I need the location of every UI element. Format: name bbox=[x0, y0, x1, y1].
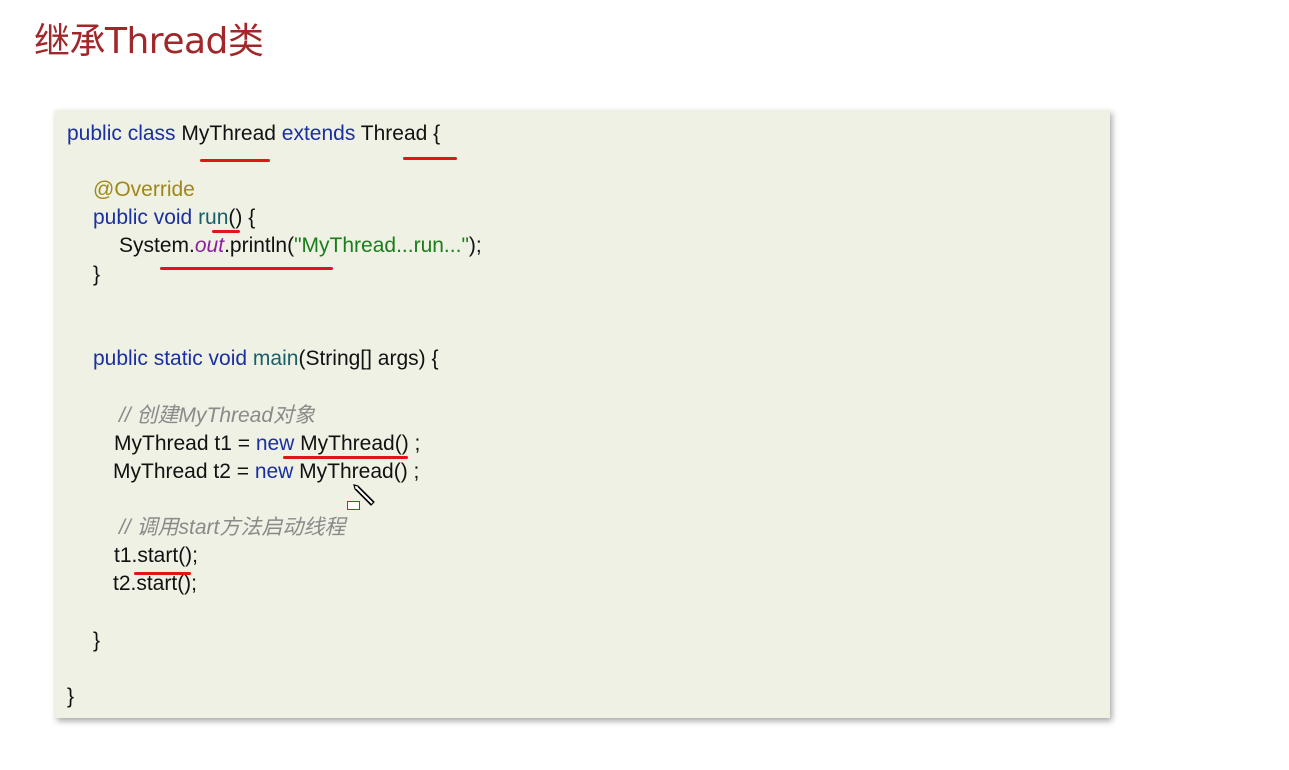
underline-println bbox=[160, 267, 333, 270]
code-line-t2: MyThread t2 = new MyThread() ; bbox=[113, 459, 419, 485]
t1-start-call: t1.start(); bbox=[114, 544, 199, 567]
close-brace: } bbox=[93, 629, 101, 652]
run-params: () { bbox=[228, 206, 256, 229]
code-line-comment-start: // 调用start方法启动线程 bbox=[119, 515, 345, 541]
code-line-t1: MyThread t1 = new MyThread() ; bbox=[114, 431, 420, 457]
code-line-close-run: } bbox=[93, 262, 100, 288]
code-line-t1-start: t1.start(); bbox=[114, 543, 198, 569]
underline-start bbox=[134, 572, 191, 575]
code-line-run-decl: public void run() { bbox=[93, 205, 255, 231]
underline-thread bbox=[403, 157, 457, 160]
method-run: run bbox=[198, 206, 229, 229]
code-line-comment-create: // 创建MyThread对象 bbox=[119, 403, 315, 429]
t2-declaration: MyThread t2 = bbox=[113, 460, 255, 483]
close-brace: } bbox=[93, 263, 101, 286]
comment-start-thread: // 调用start方法启动线程 bbox=[119, 516, 346, 539]
code-line-println: System.out.println("MyThread...run..."); bbox=[119, 233, 482, 259]
println-call: .println( bbox=[224, 234, 295, 257]
keyword-public-class: public class bbox=[67, 122, 182, 145]
code-line-annotation: @Override bbox=[93, 177, 195, 203]
t1-constructor: MyThread() ; bbox=[294, 432, 421, 455]
field-out: out bbox=[194, 234, 225, 257]
slide: 继承Thread类 public class MyThread extends … bbox=[0, 0, 1289, 770]
code-line-close-class: } bbox=[67, 684, 74, 710]
keyword-new: new bbox=[255, 432, 295, 455]
t2-constructor: MyThread() ; bbox=[293, 460, 420, 483]
call-close: ); bbox=[468, 234, 482, 257]
comment-create-thread: // 创建MyThread对象 bbox=[119, 404, 316, 427]
cursor-marker-box bbox=[347, 501, 360, 510]
keyword-new: new bbox=[254, 460, 294, 483]
underline-run bbox=[212, 230, 240, 233]
keyword-public-void: public void bbox=[93, 206, 199, 229]
open-brace: { bbox=[427, 122, 441, 145]
underline-mythread bbox=[200, 159, 270, 162]
code-line-main-decl: public static void main(String[] args) { bbox=[93, 346, 439, 372]
t1-declaration: MyThread t1 = bbox=[114, 432, 256, 455]
system-class: System. bbox=[119, 234, 195, 257]
keyword-public-static-void: public static void bbox=[93, 347, 253, 370]
main-params: (String[] args) { bbox=[298, 347, 439, 370]
underline-new-mythread bbox=[283, 456, 408, 459]
t2-start-call: t2.start(); bbox=[113, 572, 198, 595]
string-literal: "MyThread...run..." bbox=[294, 234, 469, 257]
code-line-close-main: } bbox=[93, 628, 100, 654]
keyword-extends: extends bbox=[281, 122, 361, 145]
code-line-class-decl: public class MyThread extends Thread { bbox=[67, 121, 440, 147]
override-annotation: @Override bbox=[93, 178, 195, 201]
close-brace: } bbox=[67, 685, 75, 708]
slide-title: 继承Thread类 bbox=[34, 21, 264, 62]
class-name: MyThread bbox=[181, 122, 282, 145]
method-main: main bbox=[252, 347, 299, 370]
parent-class-name: Thread bbox=[360, 122, 428, 145]
